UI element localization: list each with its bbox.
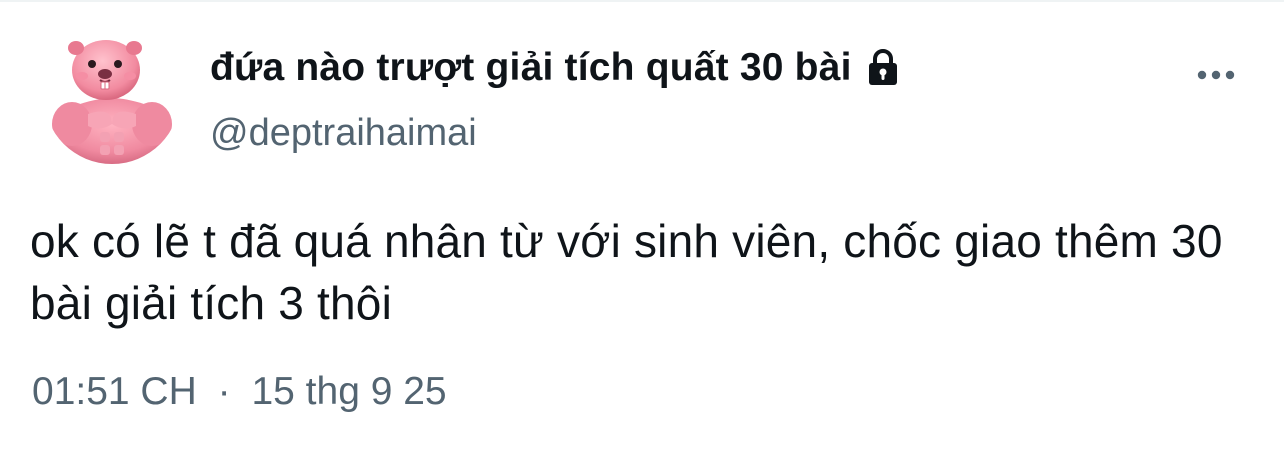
meta-separator: · (217, 370, 231, 413)
more-options-icon (1197, 70, 1235, 80)
tweet-header: đứa nào trượt giải tích quất 30 bài @dep… (210, 42, 1190, 155)
more-options-button[interactable] (1190, 58, 1242, 92)
user-handle[interactable]: @deptraihaimai (210, 112, 1190, 155)
display-name[interactable]: đứa nào trượt giải tích quất 30 bài (210, 46, 852, 90)
lock-icon (862, 47, 904, 89)
avatar[interactable] (44, 28, 180, 164)
tweet-meta: 01:51 CH · 15 thg 9 25 (32, 370, 447, 414)
display-name-row: đứa nào trượt giải tích quất 30 bài (210, 42, 1190, 94)
tweet-text: ok có lẽ t đã quá nhân từ với sinh viên,… (30, 215, 1223, 329)
pink-muscle-beaver-avatar-icon (44, 28, 180, 164)
tweet-date[interactable]: 15 thg 9 25 (251, 370, 446, 414)
top-border (0, 0, 1284, 2)
tweet-time[interactable]: 01:51 CH (32, 370, 197, 414)
